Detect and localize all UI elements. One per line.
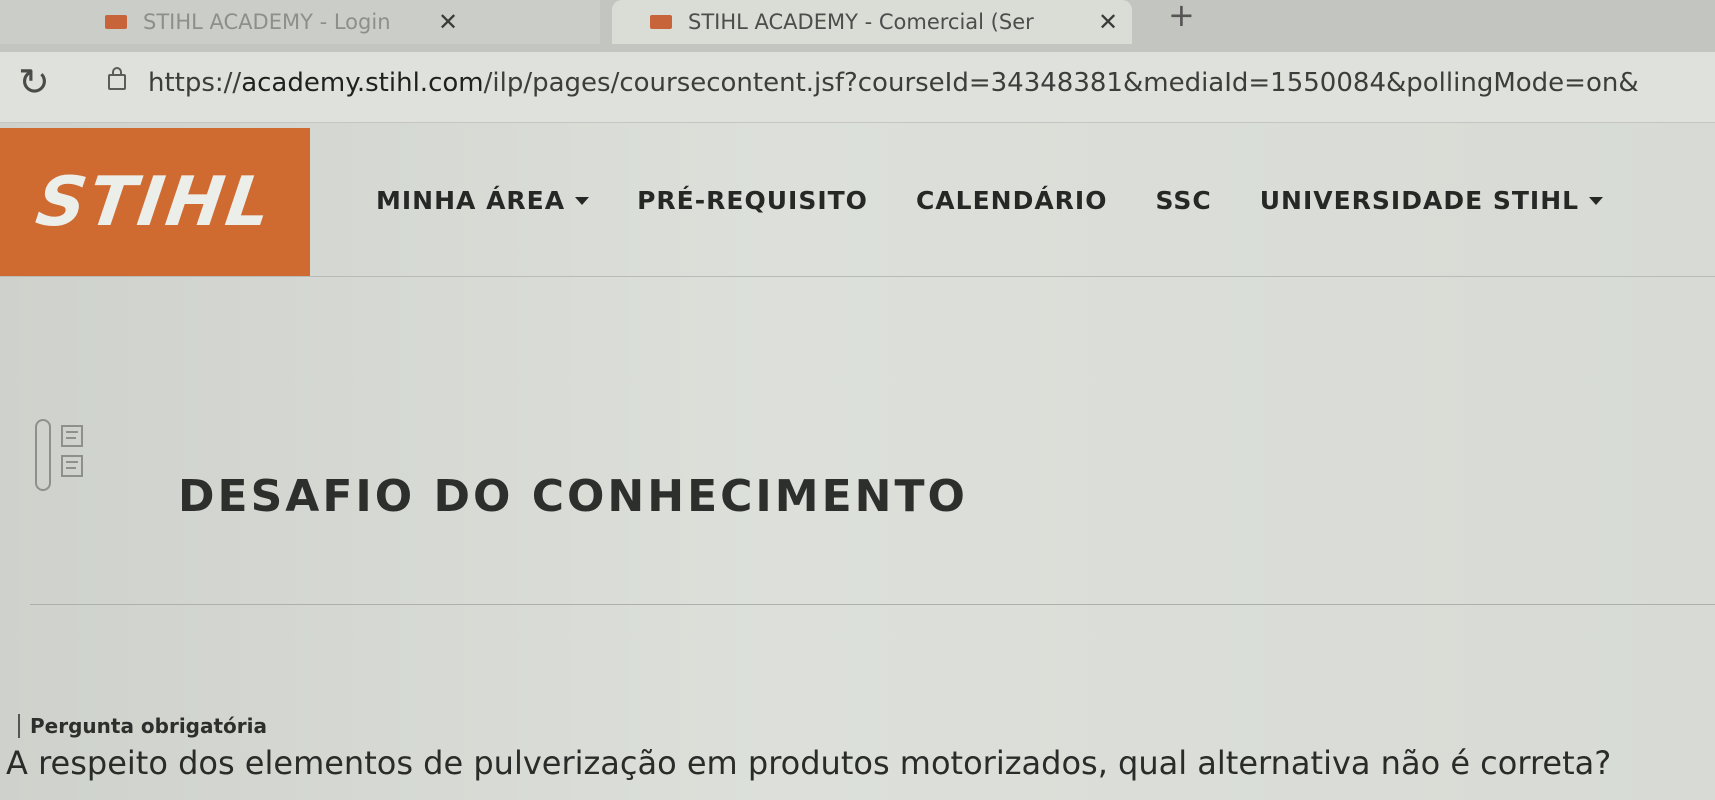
quiz-list-icon <box>35 419 83 491</box>
nav-item-calendario[interactable]: CALENDÁRIO <box>916 186 1108 215</box>
nav-item-label: CALENDÁRIO <box>915 186 1108 215</box>
lock-icon[interactable] <box>108 67 126 90</box>
site-header: STIHL MINHA ÁREA PRÉ-REQUISITO CALENDÁRI… <box>0 128 1715 277</box>
chevron-down-icon <box>1589 196 1604 205</box>
divider <box>30 604 1715 605</box>
question-text: A respeito dos elementos de pulverização… <box>6 744 1612 782</box>
main-nav: MINHA ÁREA PRÉ-REQUISITO CALENDÁRIO SSC … <box>376 186 1604 215</box>
logo-text: STIHL <box>31 162 279 242</box>
url-field[interactable]: https://academy.stihl.com/ilp/pages/cour… <box>148 68 1708 98</box>
nav-item-pre-requisito[interactable]: PRÉ-REQUISITO <box>637 186 868 215</box>
tab-close-icon[interactable]: ✕ <box>1098 8 1118 36</box>
browser-tab-login[interactable]: STIHL ACADEMY - Login ✕ <box>0 0 600 44</box>
address-bar: ↻ https://academy.stihl.com/ilp/pages/co… <box>0 52 1715 123</box>
question-required-label: Pergunta obrigatória <box>18 714 267 738</box>
page-title: DESAFIO DO CONHECIMENTO <box>178 471 968 523</box>
stihl-logo[interactable]: STIHL <box>0 128 310 276</box>
tab-close-icon[interactable]: ✕ <box>438 8 458 36</box>
nav-item-universidade-stihl[interactable]: UNIVERSIDADE STIHL <box>1259 186 1604 215</box>
nav-item-ssc[interactable]: SSC <box>1155 186 1211 215</box>
tab-title: STIHL ACADEMY - Login <box>143 10 391 34</box>
stihl-favicon-icon <box>105 15 127 29</box>
nav-item-minha-area[interactable]: MINHA ÁREA <box>376 186 590 215</box>
nav-item-label: SSC <box>1155 186 1212 215</box>
url-path: /ilp/pages/coursecontent.jsf?courseId=34… <box>483 68 1639 98</box>
tab-title: STIHL ACADEMY - Comercial (Ser <box>688 10 1034 34</box>
reload-icon[interactable]: ↻ <box>18 60 50 104</box>
nav-item-label: MINHA ÁREA <box>376 186 566 215</box>
browser-tab-strip: STIHL ACADEMY - Login ✕ STIHL ACADEMY - … <box>0 0 1715 52</box>
nav-item-label: UNIVERSIDADE STIHL <box>1259 186 1580 215</box>
new-tab-button[interactable]: + <box>1168 0 1195 31</box>
nav-item-label: PRÉ-REQUISITO <box>637 186 868 215</box>
screen: STIHL ACADEMY - Login ✕ STIHL ACADEMY - … <box>0 0 1715 800</box>
chevron-down-icon <box>575 196 590 205</box>
url-host: academy.stihl.com <box>241 68 484 98</box>
url-prefix: https:// <box>148 68 242 98</box>
browser-tab-comercial[interactable]: STIHL ACADEMY - Comercial (Ser ✕ <box>612 0 1132 44</box>
stihl-favicon-icon <box>650 15 672 29</box>
